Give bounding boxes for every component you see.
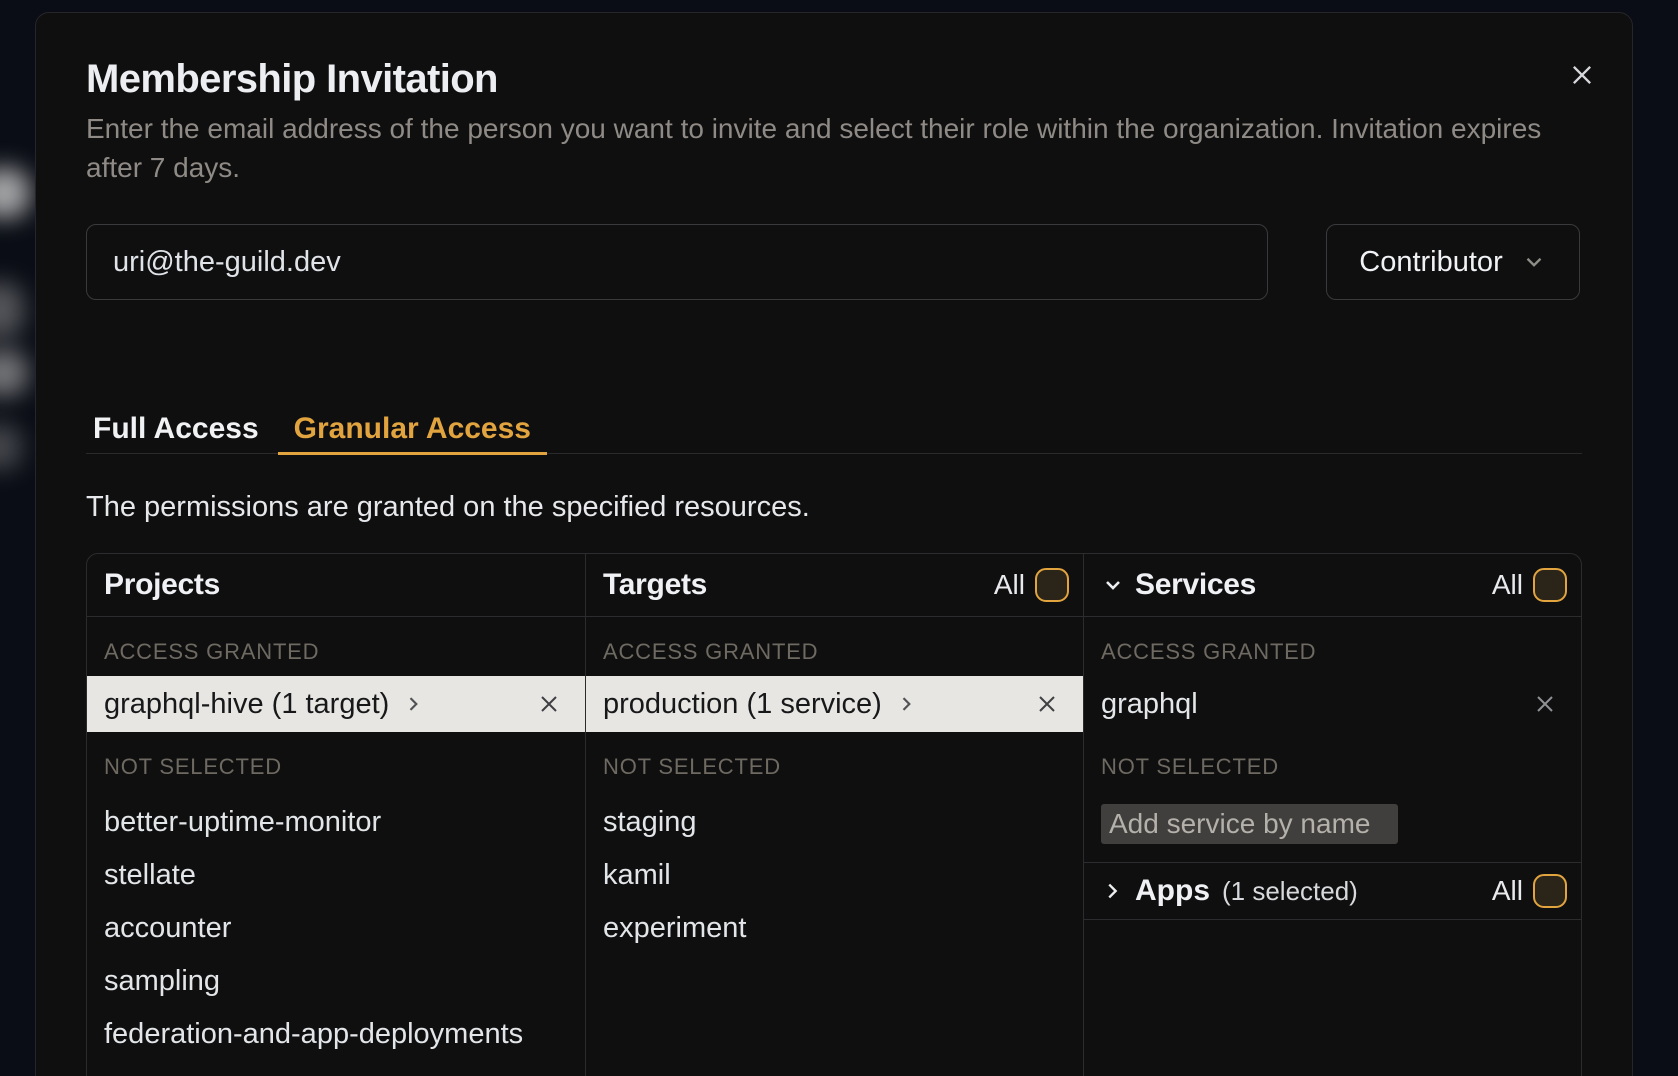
access-granted-label: ACCESS GRANTED <box>1101 638 1581 666</box>
dialog-title: Membership Invitation <box>86 55 1582 103</box>
selected-project-label: graphql-hive (1 target) <box>104 688 389 721</box>
list-item[interactable]: kamil <box>586 849 1083 902</box>
remove-target-icon[interactable] <box>1035 692 1059 716</box>
targets-list: stagingkamilexperiment <box>586 796 1083 955</box>
targets-header: Targets All <box>586 554 1083 617</box>
targets-column: Targets All ACCESS GRANTED production (1… <box>585 554 1083 1076</box>
not-selected-label: NOT SELECTED <box>1101 753 1581 781</box>
close-icon[interactable] <box>1567 60 1597 90</box>
targets-all-group[interactable]: All <box>994 568 1069 602</box>
list-item[interactable]: better-uptime-monitor <box>87 796 585 849</box>
dialog-description: Enter the email address of the person yo… <box>86 109 1582 187</box>
email-field[interactable] <box>86 224 1268 300</box>
role-select-value: Contributor <box>1359 246 1502 279</box>
selected-target-row[interactable]: production (1 service) <box>586 676 1083 732</box>
tab-granular-access[interactable]: Granular Access <box>278 412 547 455</box>
apps-label: Apps <box>1135 874 1210 908</box>
granted-service-label: graphql <box>1101 688 1198 721</box>
apps-all-label: All <box>1492 875 1523 907</box>
targets-all-label: All <box>994 569 1025 601</box>
resources-table: Projects ACCESS GRANTED graphql-hive (1 … <box>86 553 1582 1076</box>
apps-count: (1 selected) <box>1222 876 1358 907</box>
chevron-right-icon <box>896 694 916 714</box>
targets-all-checkbox[interactable] <box>1035 568 1069 602</box>
tab-full-access[interactable]: Full Access <box>86 412 266 453</box>
selected-target-label: production (1 service) <box>603 688 882 721</box>
not-selected-label: NOT SELECTED <box>603 753 1083 781</box>
targets-body: ACCESS GRANTED production (1 service) NO… <box>586 617 1083 1076</box>
background-blur-blob <box>0 282 24 338</box>
granted-service-row[interactable]: graphql <box>1084 676 1581 732</box>
access-tabs: Full Access Granular Access <box>86 412 1582 454</box>
background-blur-blob <box>0 424 22 470</box>
add-service-input[interactable] <box>1101 804 1398 844</box>
services-title: Services <box>1135 568 1256 602</box>
chevron-right-icon <box>403 694 423 714</box>
services-column: Services All ACCESS GRANTED graphql NOT … <box>1083 554 1581 1076</box>
access-granted-label: ACCESS GRANTED <box>603 638 1083 666</box>
chevron-down-icon <box>1521 249 1547 275</box>
remove-project-icon[interactable] <box>537 692 561 716</box>
projects-column: Projects ACCESS GRANTED graphql-hive (1 … <box>87 554 585 1076</box>
services-all-checkbox[interactable] <box>1533 568 1567 602</box>
projects-header: Projects <box>87 554 585 617</box>
membership-invitation-dialog: Membership Invitation Enter the email ad… <box>35 12 1633 1076</box>
apps-row[interactable]: Apps (1 selected) All <box>1084 862 1581 920</box>
permissions-note: The permissions are granted on the speci… <box>86 488 1582 526</box>
list-item[interactable]: accounter <box>87 902 585 955</box>
apps-all-group[interactable]: All <box>1492 874 1567 908</box>
projects-list: better-uptime-monitorstellateaccountersa… <box>87 796 585 1061</box>
chevron-down-icon[interactable] <box>1101 573 1125 597</box>
services-all-label: All <box>1492 569 1523 601</box>
background-blur-blob <box>0 168 30 218</box>
apps-all-checkbox[interactable] <box>1533 874 1567 908</box>
list-item[interactable]: stellate <box>87 849 585 902</box>
access-granted-label: ACCESS GRANTED <box>104 638 585 666</box>
targets-title: Targets <box>603 568 707 602</box>
not-selected-label: NOT SELECTED <box>104 753 585 781</box>
list-item[interactable]: sampling <box>87 955 585 1008</box>
list-item[interactable]: experiment <box>586 902 1083 955</box>
services-header: Services All <box>1084 554 1581 617</box>
invite-row: Contributor <box>86 224 1582 300</box>
list-item[interactable]: staging <box>586 796 1083 849</box>
background-blur-blob <box>0 350 28 396</box>
chevron-right-icon <box>1101 880 1123 902</box>
selected-project-row[interactable]: graphql-hive (1 target) <box>87 676 585 732</box>
list-item[interactable]: federation-and-app-deployments <box>87 1008 585 1061</box>
services-body: ACCESS GRANTED graphql NOT SELECTED Apps… <box>1084 617 1581 1076</box>
role-select[interactable]: Contributor <box>1326 224 1580 300</box>
services-all-group[interactable]: All <box>1492 568 1567 602</box>
projects-body: ACCESS GRANTED graphql-hive (1 target) N… <box>87 617 585 1076</box>
remove-service-icon[interactable] <box>1533 692 1557 716</box>
projects-title: Projects <box>104 568 220 602</box>
